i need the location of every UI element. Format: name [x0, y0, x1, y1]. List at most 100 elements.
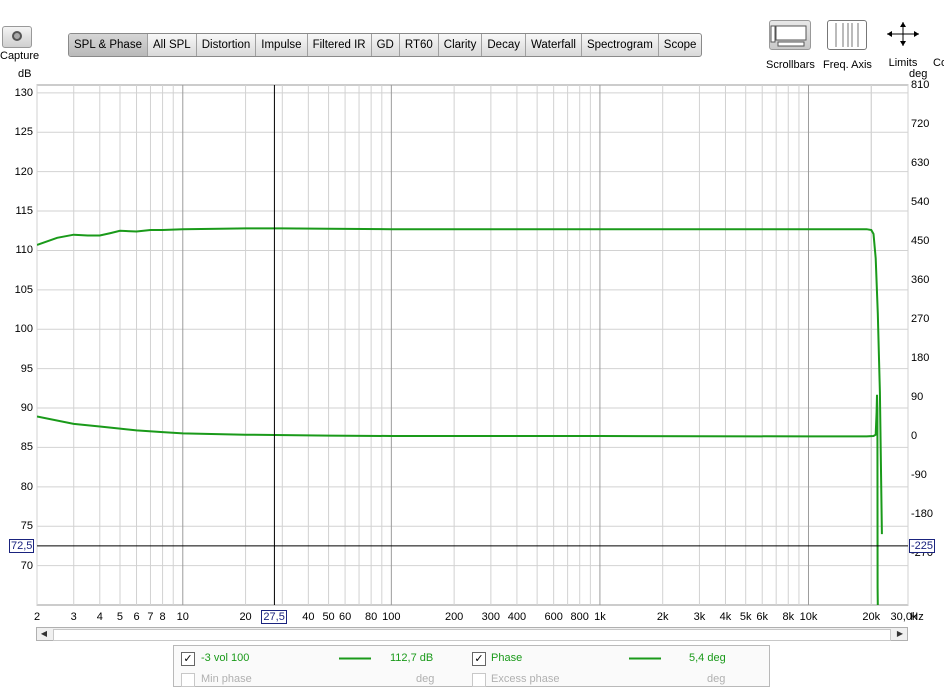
tab-decay[interactable]: Decay — [482, 34, 526, 56]
min-phase-unit: deg — [416, 673, 435, 685]
y-tick-label: 80 — [20, 480, 33, 493]
cursor-crosshair — [37, 85, 908, 605]
y-tick-label: 130 — [14, 86, 33, 99]
excess-phase-unit: deg — [707, 673, 726, 685]
freq-axis-icon — [827, 20, 868, 50]
y-tick-label: 70 — [20, 559, 33, 572]
y2-tick-label: 540 — [911, 196, 930, 208]
y-tick-label: 100 — [14, 323, 33, 336]
x-tick-label: 10k — [799, 611, 818, 623]
x-tick-label: 6k — [756, 611, 769, 623]
y2-tick-label: 270 — [911, 313, 930, 325]
scroll-thumb[interactable] — [53, 629, 891, 641]
limits-icon — [884, 20, 922, 48]
toolbar: Capture SPL & Phase All SPL Distortion I… — [0, 0, 944, 84]
x-tick-label: 3 — [70, 611, 77, 623]
curves — [37, 227, 883, 605]
tab-rt60[interactable]: RT60 — [400, 34, 439, 56]
x-tick-label: 100 — [382, 611, 401, 623]
y2-tick-label: 180 — [911, 352, 930, 364]
x-tick-label: 20k — [862, 611, 881, 623]
horizontal-scrollbar[interactable]: ◀ ▶ — [36, 627, 908, 641]
scrollbars-icon — [769, 20, 812, 50]
x-axis-unit: Hz — [910, 611, 924, 623]
capture-label: Capture — [0, 50, 40, 62]
y2-tick-label: 90 — [911, 391, 924, 403]
spl-line-sample — [339, 657, 371, 660]
graph-tabs: SPL & Phase All SPL Distortion Impulse F… — [68, 33, 703, 57]
y2-tick-label: 720 — [911, 118, 930, 130]
x-tick-label: 8k — [782, 611, 795, 623]
tab-filtered-ir[interactable]: Filtered IR — [308, 34, 372, 56]
excess-phase-name: Excess phase — [491, 673, 560, 685]
y-tick-label: 115 — [15, 205, 33, 218]
cursor-y-right-readout: -225 — [909, 538, 936, 553]
x-tick-label: 800 — [570, 611, 589, 623]
y-tick-label: 105 — [14, 283, 33, 296]
tab-waterfall[interactable]: Waterfall — [526, 34, 582, 56]
phase-line-sample — [629, 657, 661, 660]
x-tick-label: 50 — [322, 611, 335, 623]
y-tick-label: 110 — [15, 244, 33, 257]
scroll-right-icon[interactable]: ▶ — [893, 628, 907, 640]
y-tick-label: 95 — [20, 362, 33, 375]
x-tick-label: 4k — [719, 611, 732, 623]
spl-trace-name: -3 vol 100 — [201, 652, 250, 664]
excess-phase-checkbox[interactable] — [472, 673, 486, 687]
scrollbars-button[interactable]: Scrollbars — [766, 20, 815, 71]
cursor-x-readout: 27,5 — [261, 610, 287, 624]
min-phase-name: Min phase — [201, 673, 252, 685]
plot-area — [36, 84, 909, 606]
spl-curve — [37, 227, 883, 535]
controls-button[interactable]: Co — [933, 20, 944, 69]
x-tick-label: 400 — [507, 611, 527, 623]
controls-label: Co — [933, 57, 944, 69]
min-phase-checkbox[interactable] — [181, 673, 195, 687]
freq-axis-label: Freq. Axis — [823, 59, 872, 71]
freq-axis-button[interactable]: Freq. Axis — [823, 20, 872, 71]
x-tick-label: 3k — [693, 611, 706, 623]
legend-panel: ✓ -3 vol 100 112,7 dB ✓ Phase 5,4 deg Mi… — [173, 645, 770, 687]
x-tick-label: 300 — [481, 611, 501, 623]
tab-clarity[interactable]: Clarity — [439, 34, 483, 56]
y2-tick-label: 810 — [911, 79, 930, 91]
scroll-left-icon[interactable]: ◀ — [37, 628, 51, 640]
x-tick-label: 20 — [239, 611, 252, 623]
y2-tick-label: -90 — [911, 469, 927, 481]
x-tick-label: 2k — [656, 611, 669, 623]
capture-button[interactable]: Capture — [0, 24, 40, 68]
left-axis-unit: dB — [18, 68, 32, 80]
x-tick-label: 5k — [739, 611, 752, 623]
phase-checkbox[interactable]: ✓ — [472, 652, 486, 666]
spl-checkbox[interactable]: ✓ — [181, 652, 195, 666]
tab-spectrogram[interactable]: Spectrogram — [582, 34, 659, 56]
x-tick-label: 2 — [33, 611, 41, 623]
limits-button[interactable]: Limits — [884, 20, 922, 69]
tab-distortion[interactable]: Distortion — [197, 34, 257, 56]
tab-scope[interactable]: Scope — [659, 34, 702, 56]
legend-row: Min phase deg Excess phase deg — [174, 669, 769, 689]
x-tick-label: 200 — [444, 611, 464, 623]
x-tick-label: 10 — [176, 611, 189, 623]
phase-value: 5,4 deg — [689, 652, 726, 664]
y-tick-label: 120 — [14, 165, 33, 178]
phase-curve — [37, 394, 879, 605]
y-tick-label: 90 — [20, 402, 33, 415]
cursor-y-left-readout: 72,5 — [9, 538, 35, 553]
tab-gd[interactable]: GD — [372, 34, 400, 56]
x-tick-label: 8 — [159, 611, 166, 623]
tab-spl-phase[interactable]: SPL & Phase — [69, 34, 148, 56]
camera-icon — [2, 26, 32, 48]
y2-tick-label: 360 — [911, 274, 930, 286]
x-tick-label: 80 — [365, 611, 378, 623]
x-tick-label: 1k — [594, 611, 606, 623]
x-tick-label: 40 — [302, 611, 315, 623]
scrollbars-label: Scrollbars — [766, 59, 815, 71]
phase-trace-name: Phase — [491, 652, 523, 664]
tab-all-spl[interactable]: All SPL — [148, 34, 197, 56]
tab-impulse[interactable]: Impulse — [256, 34, 308, 56]
major-grid — [182, 85, 809, 605]
y2-tick-label: 450 — [911, 235, 930, 247]
spl-phase-chart[interactable] — [0, 0, 944, 680]
y-tick-label: 75 — [20, 520, 33, 533]
